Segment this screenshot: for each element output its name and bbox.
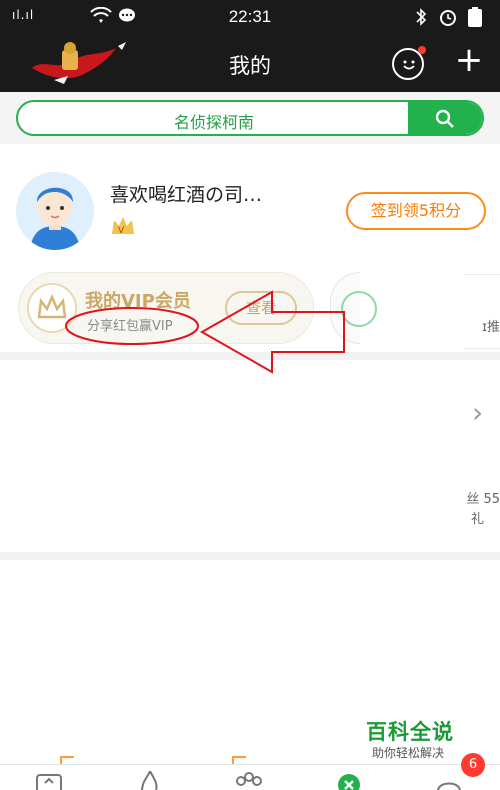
watermark-subtitle: 助你轻松解决 xyxy=(372,746,445,760)
red-annotation xyxy=(65,290,345,374)
decoration xyxy=(60,756,74,764)
home-tab-icon[interactable] xyxy=(34,771,64,790)
watermark-title: 百科全说 xyxy=(366,720,454,744)
messages-tab-icon[interactable] xyxy=(434,771,464,790)
flame-tab-icon[interactable] xyxy=(134,768,164,790)
decoration xyxy=(232,756,246,764)
discover-tab-icon[interactable] xyxy=(234,771,264,790)
messages-badge: 6 xyxy=(461,753,485,777)
close-green-tab-icon[interactable] xyxy=(334,771,364,790)
tab-bar: 6 xyxy=(0,753,500,790)
